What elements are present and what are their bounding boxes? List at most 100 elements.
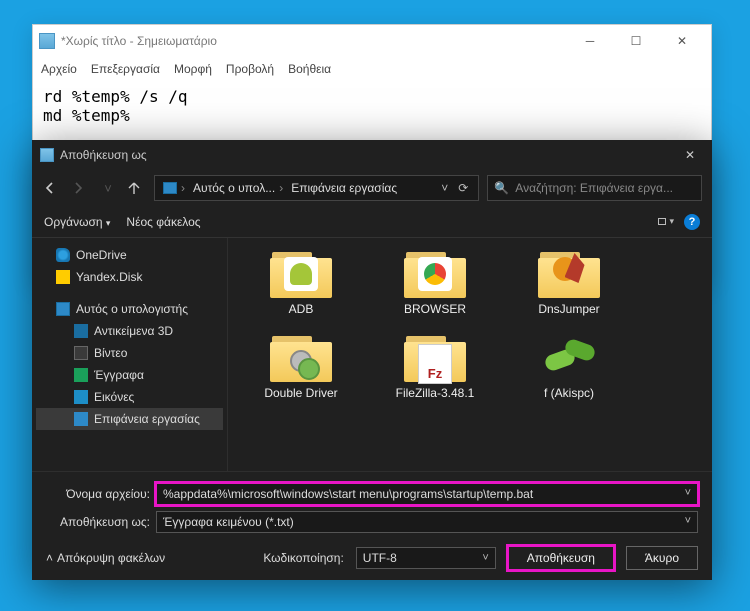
recent-dropdown[interactable]: ˅ <box>98 181 118 196</box>
saveas-title: Αποθήκευση ως <box>60 148 668 162</box>
chrome-icon <box>418 257 452 291</box>
yandex-icon <box>56 270 70 284</box>
form-area: Όνομα αρχείου: ˅ Αποθήκευση ως: Έγγραφα … <box>32 471 712 540</box>
folder-label: f (Akispc) <box>544 386 594 400</box>
folder-icon <box>404 332 466 382</box>
doubledriver-icon <box>290 350 318 378</box>
chevron-down-icon[interactable]: ˅ <box>482 552 488 564</box>
sidebar-item-3dobjects[interactable]: Αντικείμενα 3D <box>36 320 223 342</box>
savetype-select[interactable]: Έγγραφα κειμένου (*.txt) ˅ <box>156 511 698 533</box>
folder-item[interactable]: Double Driver <box>234 332 368 400</box>
sidebar-item-yandex[interactable]: Yandex.Disk <box>36 266 223 288</box>
encoding-value: UTF-8 <box>363 551 397 565</box>
file-grid[interactable]: ADB BROWSER DnsJumper Double Driver <box>228 238 712 471</box>
sidebar-item-label: OneDrive <box>76 248 127 262</box>
minimize-button[interactable]: ─ <box>567 27 613 55</box>
sidebar-item-label: Έγγραφα <box>94 368 144 382</box>
cancel-button[interactable]: Άκυρο <box>626 546 698 570</box>
folder-icon <box>538 248 600 298</box>
dnsjumper-icon <box>547 251 587 291</box>
savetype-label: Αποθήκευση ως: <box>46 515 150 529</box>
sidebar-item-label: Yandex.Disk <box>76 270 142 284</box>
sidebar-item-desktop[interactable]: Επιφάνεια εργασίας <box>36 408 223 430</box>
documents-icon <box>74 368 88 382</box>
desktop-icon <box>74 412 88 426</box>
maximize-button[interactable]: ☐ <box>613 27 659 55</box>
folder-icon <box>270 332 332 382</box>
folder-icon <box>404 248 466 298</box>
saveas-titlebar: Αποθήκευση ως ✕ <box>32 140 712 170</box>
addr-seg-desktop[interactable]: Επιφάνεια εργασίας <box>291 181 397 195</box>
up-button[interactable] <box>126 180 146 196</box>
folder-label: Double Driver <box>264 386 337 400</box>
pictures-icon <box>74 390 88 404</box>
sidebar-item-label: Αυτός ο υπολογιστής <box>76 302 188 316</box>
hide-folders-toggle[interactable]: ˄ Απόκρυψη φακέλων <box>46 551 165 565</box>
pc-icon <box>163 182 177 194</box>
onedrive-icon <box>56 248 70 262</box>
sidebar-item-label: Επιφάνεια εργασίας <box>94 412 200 426</box>
sidebar-item-pictures[interactable]: Εικόνες <box>36 386 223 408</box>
menu-edit[interactable]: Επεξεργασία <box>91 62 160 76</box>
folder-item[interactable]: BROWSER <box>368 248 502 316</box>
sidebar-item-label: Εικόνες <box>94 390 134 404</box>
close-button[interactable]: ✕ <box>668 140 712 170</box>
folder-item[interactable]: DnsJumper <box>502 248 636 316</box>
forward-button[interactable] <box>70 180 90 196</box>
notepad-title: *Χωρίς τίτλο - Σημειωματάριο <box>61 34 567 48</box>
sidebar-item-onedrive[interactable]: OneDrive <box>36 244 223 266</box>
pc-icon <box>56 302 70 316</box>
menu-help[interactable]: Βοήθεια <box>288 62 331 76</box>
folder-label: DnsJumper <box>538 302 599 316</box>
search-placeholder: Αναζήτηση: Επιφάνεια εργα... <box>515 181 673 195</box>
encoding-label: Κωδικοποίηση: <box>263 551 343 565</box>
search-input[interactable]: 🔍 Αναζήτηση: Επιφάνεια εργα... <box>487 175 702 201</box>
folder-label: FileZilla-3.48.1 <box>396 386 475 400</box>
new-folder-button[interactable]: Νέος φάκελος <box>126 215 200 229</box>
refresh-button[interactable]: ⟳ <box>452 181 474 195</box>
nav-tree: OneDrive Yandex.Disk Αυτός ο υπολογιστής… <box>32 238 228 471</box>
help-button[interactable]: ? <box>684 214 700 230</box>
filename-input[interactable]: ˅ <box>156 483 698 505</box>
notepad-icon <box>39 33 55 49</box>
chevron-down-icon[interactable]: ˅ <box>685 515 691 527</box>
folder-item[interactable]: FileZilla-3.48.1 <box>368 332 502 400</box>
chevron-up-icon: ˄ <box>46 551 53 565</box>
save-as-dialog: Αποθήκευση ως ✕ ˅ › Αυτός ο υπολ...› Επι… <box>32 140 712 580</box>
video-icon <box>74 346 88 360</box>
savetype-value: Έγγραφα κειμένου (*.txt) <box>163 515 294 529</box>
action-bar: ˄Απόκρυψη φακέλων Κωδικοποίηση: UTF-8 ˅ … <box>32 540 712 580</box>
folder-item[interactable]: ADB <box>234 248 368 316</box>
chevron-down-icon[interactable]: ˅ <box>685 487 691 499</box>
filezilla-icon <box>418 344 452 384</box>
menu-format[interactable]: Μορφή <box>174 62 212 76</box>
view-options-button[interactable]: ▾ <box>658 216 674 227</box>
hide-folders-label: Απόκρυψη φακέλων <box>57 551 165 565</box>
close-button[interactable]: ✕ <box>659 27 705 55</box>
filename-field[interactable] <box>163 487 691 501</box>
search-icon: 🔍 <box>494 181 509 195</box>
addr-seg-thispc[interactable]: Αυτός ο υπολ... <box>193 181 275 195</box>
notepad-icon <box>40 148 54 162</box>
notepad-textarea[interactable]: rd %temp% /s /q md %temp% <box>33 81 711 131</box>
notepad-menubar: Αρχείο Επεξεργασία Μορφή Προβολή Βοήθεια <box>33 57 711 81</box>
folder-label: ADB <box>289 302 314 316</box>
android-icon <box>284 257 318 291</box>
address-dropdown[interactable]: ˅ <box>437 181 452 195</box>
save-button[interactable]: Αποθήκευση <box>508 546 614 570</box>
sidebar-item-documents[interactable]: Έγγραφα <box>36 364 223 386</box>
object-icon <box>541 338 597 382</box>
address-bar[interactable]: › Αυτός ο υπολ...› Επιφάνεια εργασίας ˅ … <box>154 175 479 201</box>
folder-item[interactable]: f (Akispc) <box>502 332 636 400</box>
sidebar-item-label: Βίντεο <box>94 346 127 360</box>
back-button[interactable] <box>42 180 62 196</box>
menu-file[interactable]: Αρχείο <box>41 62 77 76</box>
encoding-select[interactable]: UTF-8 ˅ <box>356 547 496 569</box>
folder-icon <box>270 248 332 298</box>
notepad-titlebar: *Χωρίς τίτλο - Σημειωματάριο ─ ☐ ✕ <box>33 25 711 57</box>
sidebar-item-videos[interactable]: Βίντεο <box>36 342 223 364</box>
organize-menu[interactable]: Οργάνωση ▾ <box>44 215 110 229</box>
nav-bar: ˅ › Αυτός ο υπολ...› Επιφάνεια εργασίας … <box>32 170 712 206</box>
menu-view[interactable]: Προβολή <box>226 62 274 76</box>
sidebar-item-thispc[interactable]: Αυτός ο υπολογιστής <box>36 298 223 320</box>
